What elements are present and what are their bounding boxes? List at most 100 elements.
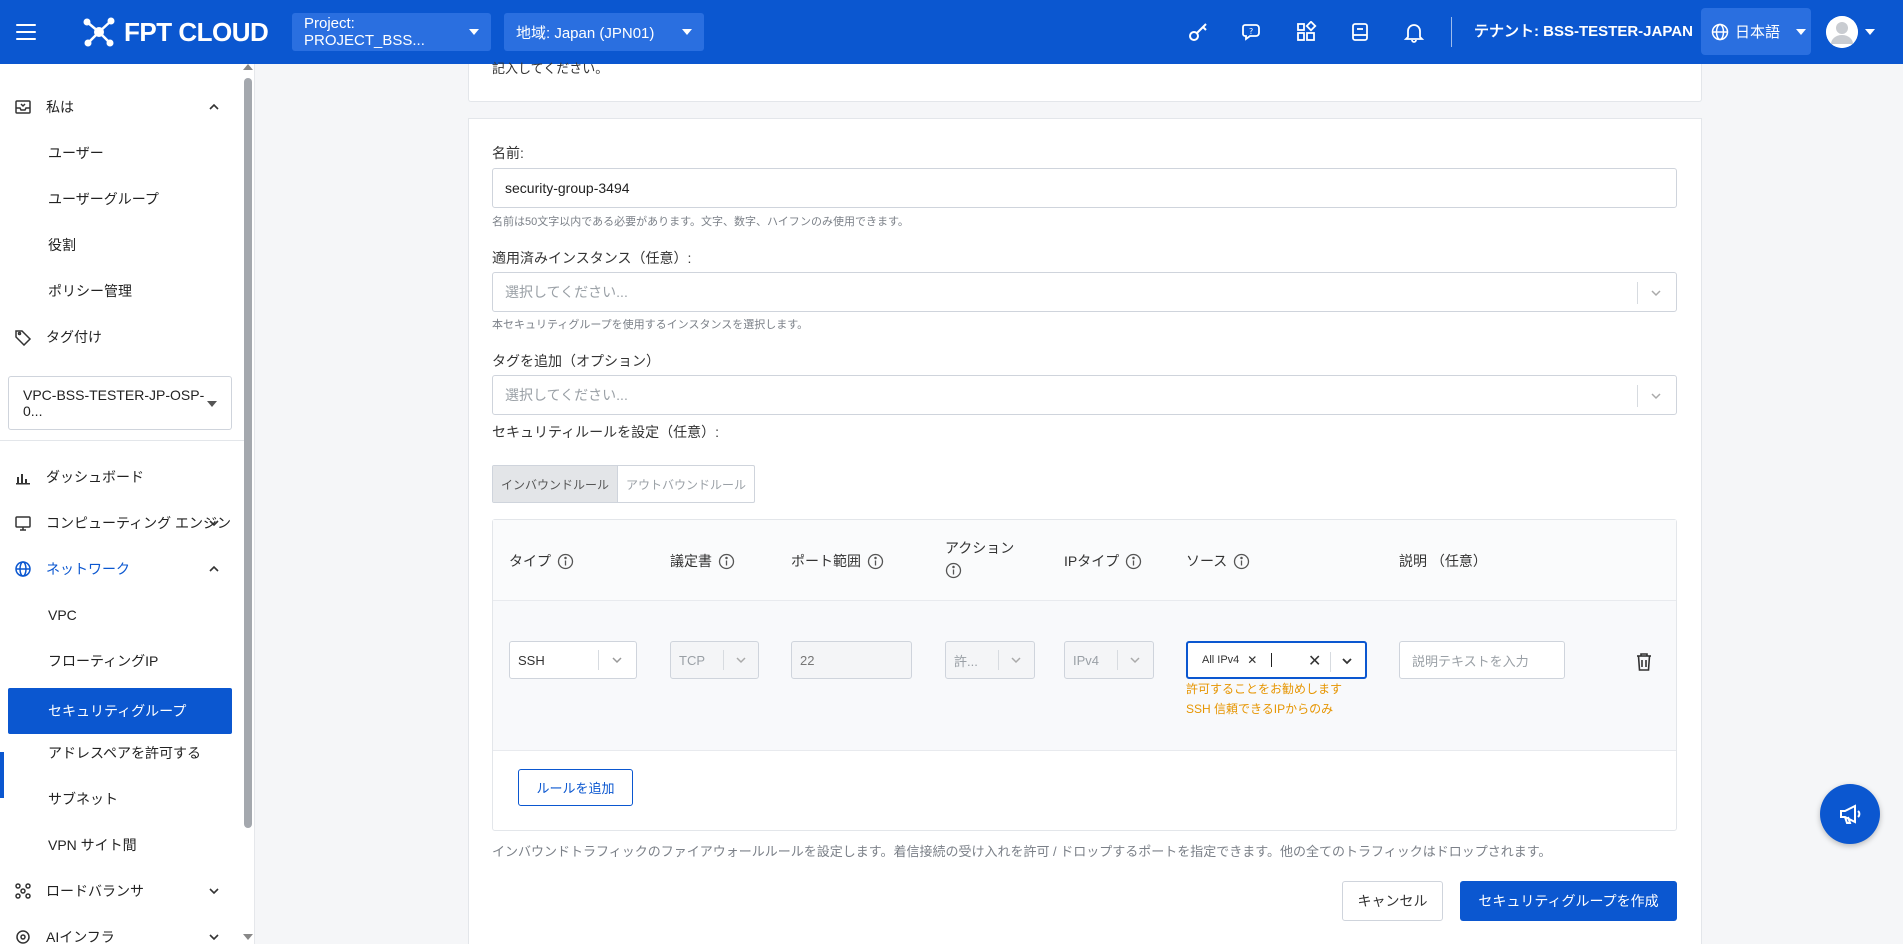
chevron-down-icon	[209, 520, 219, 527]
rule-description-placeholder: 説明テキストを入力	[1412, 653, 1529, 669]
sidebar-label: ユーザーグループ	[48, 191, 159, 207]
sidebar-item-roles[interactable]: 役割	[0, 222, 245, 268]
avatar[interactable]	[1826, 16, 1858, 48]
sidebar-item-user-groups[interactable]: ユーザーグループ	[0, 176, 245, 222]
sidebar-item-ai-infra[interactable]: AIインフラ	[0, 914, 245, 944]
info-icon[interactable]	[867, 553, 884, 570]
table-row: SSH TCP 22 許... IPv4 All IPv4 ✕ ✕ 許可すること…	[493, 601, 1676, 751]
project-select-value: Project: PROJECT_BSS...	[304, 15, 425, 49]
key-icon[interactable]	[1180, 14, 1216, 50]
globe-icon	[15, 561, 31, 577]
add-rule-button[interactable]: ルールを追加	[518, 769, 633, 806]
text-cursor	[1271, 653, 1273, 667]
rule-port-input[interactable]: 22	[791, 641, 912, 679]
info-icon[interactable]	[1125, 553, 1142, 570]
tenant-select[interactable]: テナント: BSS-TESTER-JAPAN	[1474, 20, 1713, 41]
warning-line-2: SSH 信頼できるIPからのみ	[1186, 702, 1334, 716]
sidebar-section-network[interactable]: ネットワーク	[0, 546, 245, 592]
sidebar-scrollbar[interactable]	[244, 78, 252, 828]
sidebar-item-vpn-site[interactable]: VPN サイト間	[0, 822, 245, 868]
menu-icon[interactable]	[16, 17, 46, 47]
region-select[interactable]: 地域: Japan (JPN01)	[504, 13, 704, 51]
sidebar-label: コンピューティング エンジン	[46, 515, 232, 531]
vpc-select[interactable]: VPC-BSS-TESTER-JP-OSP-0...	[8, 376, 232, 430]
trash-icon[interactable]	[1635, 652, 1653, 672]
announcement-button[interactable]	[1820, 784, 1880, 844]
info-icon[interactable]	[1233, 553, 1250, 570]
language-select[interactable]: 日本語	[1701, 8, 1811, 55]
inbound-footer-note: インバウンドトラフィックのファイアウォールルールを設定します。着信接続の受け入れ…	[492, 844, 1552, 859]
rule-protocol-select[interactable]: TCP	[670, 641, 759, 679]
rule-ip-type-value: IPv4	[1073, 652, 1100, 668]
sidebar-item-tagging[interactable]: タグ付け	[0, 314, 245, 360]
sidebar-item-dashboard[interactable]: ダッシュボード	[0, 454, 245, 500]
select-divider	[1117, 650, 1118, 670]
select-divider	[998, 650, 999, 670]
sidebar-label: VPN サイト間	[48, 837, 137, 853]
sidebar-label: ユーザー	[48, 145, 104, 161]
rule-ip-type-select[interactable]: IPv4	[1064, 641, 1154, 679]
sidebar-item-vpc[interactable]: VPC	[0, 592, 245, 638]
info-icon[interactable]	[557, 553, 574, 570]
instances-hint: 本セキュリティグループを使用するインスタンスを選択します。	[492, 319, 809, 331]
sidebar-label: サブネット	[48, 791, 118, 807]
project-select[interactable]: Project: PROJECT_BSS...	[292, 13, 491, 51]
caret-down-icon[interactable]	[1865, 29, 1875, 35]
tab-outbound[interactable]: アウトバウンドルール	[618, 466, 754, 502]
user-avatar-icon	[1826, 16, 1858, 48]
chevron-down-icon	[612, 657, 622, 664]
svg-text:?: ?	[1249, 27, 1253, 36]
sidebar: 私は ユーザー ユーザーグループ 役割 ポリシー管理 タグ付け VPC-BSS-…	[0, 64, 255, 944]
sidebar-label: タグ付け	[46, 329, 102, 345]
sidebar-item-allowed-address-pair[interactable]: アドレスペアを許可する	[0, 730, 245, 776]
load-balancer-icon	[15, 883, 31, 899]
support-chat-icon[interactable]: ?	[1234, 14, 1270, 50]
tags-label: タグを追加（オプション）	[492, 353, 660, 369]
tab-inbound[interactable]: インバウンドルール	[493, 466, 619, 502]
sidebar-item-users[interactable]: ユーザー	[0, 130, 245, 176]
info-icon[interactable]	[945, 562, 962, 579]
rules-table: タイプ 議定書 ポート範囲 アクション IPタイプ ソース 説明 （任意） SS…	[492, 519, 1677, 831]
chevron-down-icon	[1651, 393, 1661, 400]
rule-action-value: 許...	[954, 653, 978, 669]
rule-protocol-value: TCP	[679, 652, 705, 668]
sidebar-section-iam[interactable]: 私は	[0, 84, 245, 130]
document-icon[interactable]	[1342, 14, 1378, 50]
bell-icon[interactable]	[1396, 14, 1432, 50]
remove-tag-icon[interactable]: ✕	[1247, 653, 1257, 667]
sidebar-label: ネットワーク	[46, 561, 130, 577]
monitor-icon	[15, 516, 31, 531]
info-icon[interactable]	[718, 553, 735, 570]
sidebar-item-compute-engine[interactable]: コンピューティング エンジン	[0, 500, 245, 546]
tenant-label: テナント: BSS-TESTER-JAPAN	[1474, 23, 1693, 40]
rule-direction-tabs: インバウンドルール アウトバウンドルール	[492, 465, 756, 503]
logo-mark-icon	[83, 17, 115, 47]
sidebar-item-load-balancer[interactable]: ロードバランサ	[0, 868, 245, 914]
create-security-group-button[interactable]: セキュリティグループを作成	[1460, 881, 1677, 921]
fpt-cloud-logo[interactable]: FPT CLOUD	[82, 15, 269, 49]
rule-action-select[interactable]: 許...	[945, 641, 1035, 679]
rule-description-input[interactable]: 説明テキストを入力	[1399, 641, 1565, 679]
sidebar-item-policy-management[interactable]: ポリシー管理	[0, 268, 245, 314]
sidebar-item-subnet[interactable]: サブネット	[0, 776, 245, 822]
instances-label: 適用済みインスタンス（任意）:	[492, 250, 692, 266]
select-divider	[1330, 652, 1331, 672]
sidebar-label: 私は	[46, 99, 74, 115]
column-label: IPタイプ	[1064, 553, 1120, 569]
apps-grid-icon[interactable]	[1288, 14, 1324, 50]
rule-source-select[interactable]: All IPv4 ✕ ✕	[1186, 641, 1367, 679]
cancel-button[interactable]: キャンセル	[1342, 881, 1443, 921]
rule-type-select[interactable]: SSH	[509, 641, 637, 679]
sidebar-label: ポリシー管理	[48, 283, 132, 299]
scroll-up-arrow-icon[interactable]	[243, 64, 253, 70]
tags-placeholder: 選択してください...	[505, 387, 628, 403]
instances-select[interactable]: 選択してください...	[492, 272, 1677, 312]
clear-icon[interactable]: ✕	[1308, 651, 1321, 671]
megaphone-icon	[1840, 804, 1861, 824]
sidebar-item-security-group[interactable]: セキュリティグループ	[8, 688, 232, 734]
column-label: アクション	[945, 540, 1015, 556]
sidebar-item-floating-ip[interactable]: フローティングIP	[0, 638, 245, 684]
name-input[interactable]: security-group-3494	[492, 168, 1677, 208]
tags-select[interactable]: 選択してください...	[492, 375, 1677, 415]
scroll-down-arrow-icon[interactable]	[243, 934, 253, 940]
